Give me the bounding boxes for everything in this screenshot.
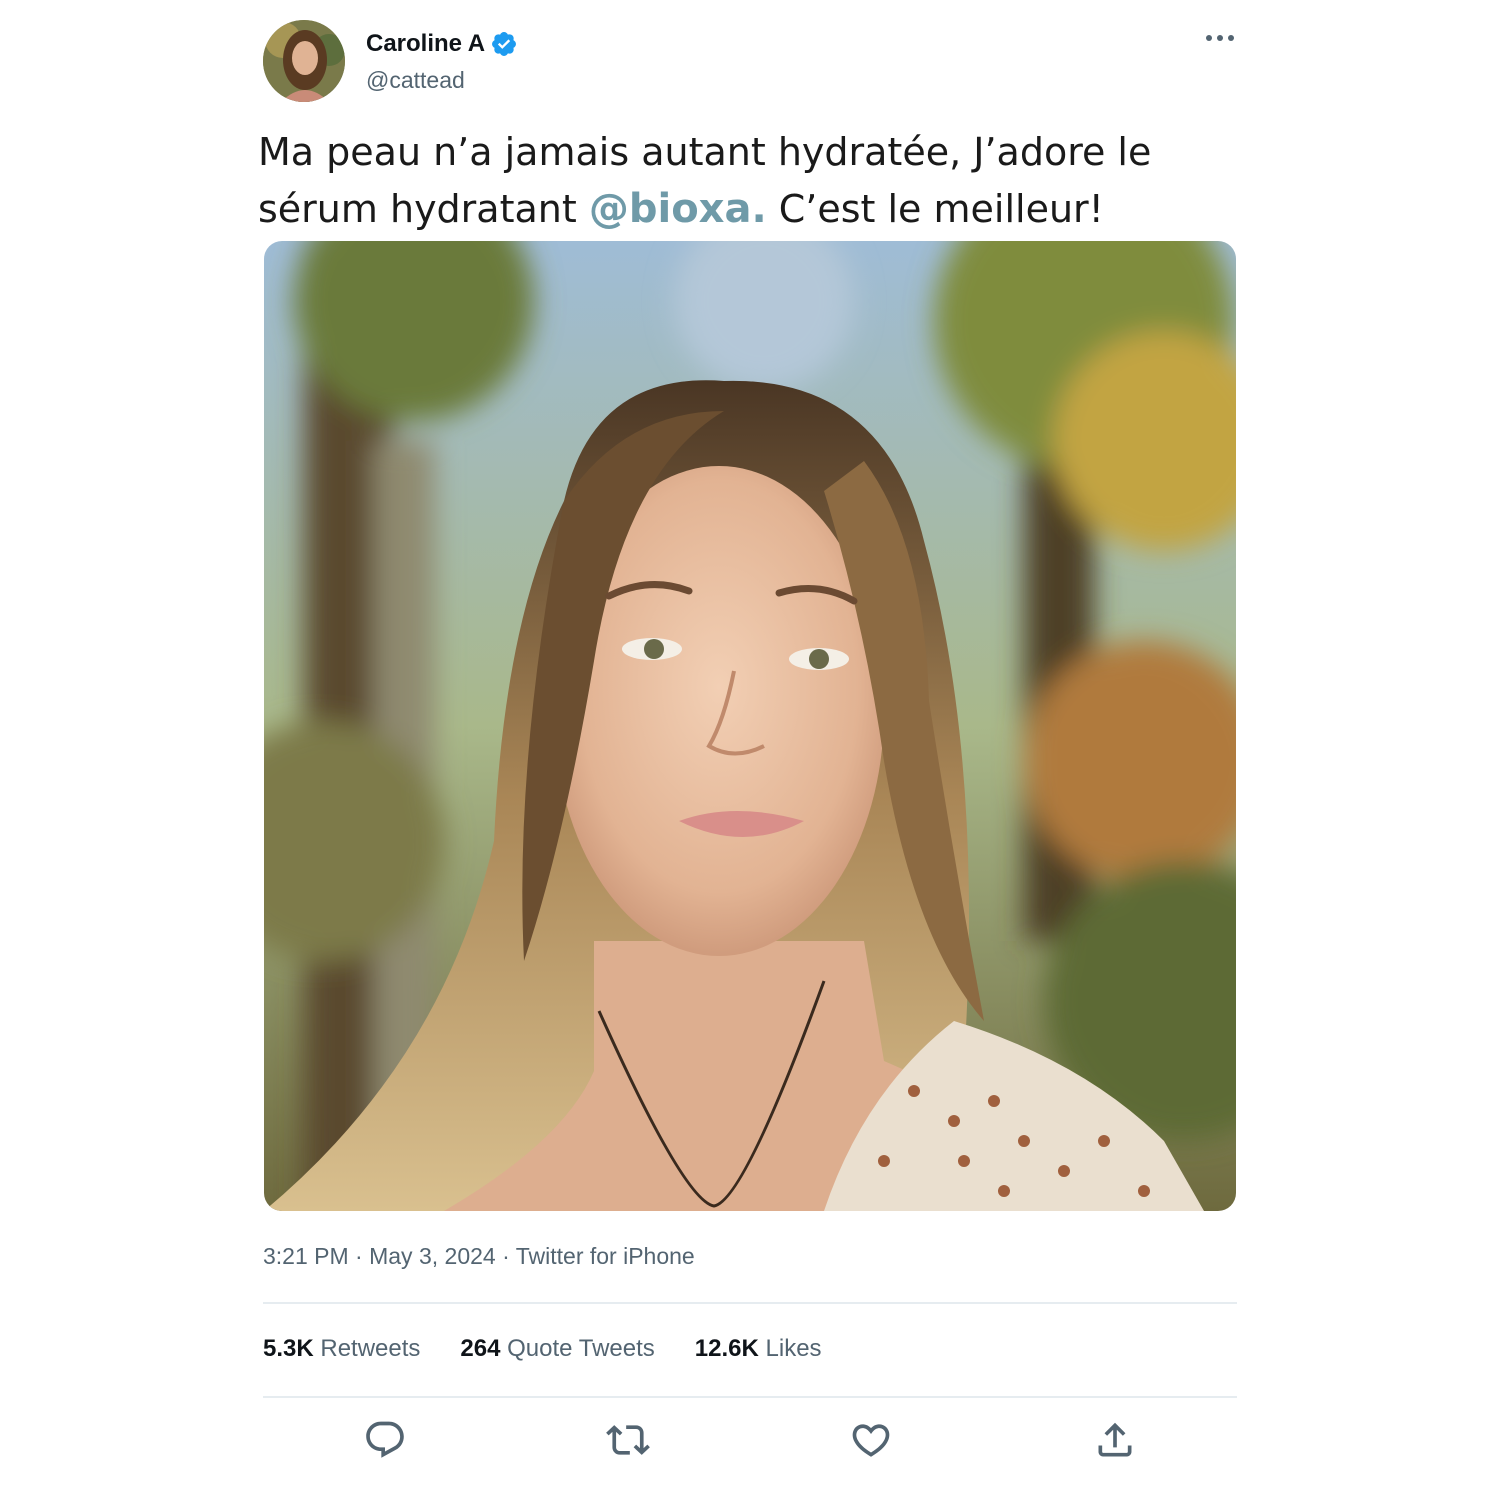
retweets-stat[interactable]: 5.3K Retweets [263,1335,420,1363]
display-name[interactable]: Caroline A [366,30,485,58]
tweet-date[interactable]: May 3, 2024 [369,1243,496,1269]
retweet-button[interactable] [606,1418,650,1462]
quote-tweets-stat[interactable]: 264 Quote Tweets [460,1335,654,1363]
avatar-image [263,20,345,102]
mention-link[interactable]: @bioxa. [589,186,767,232]
likes-stat[interactable]: 12.6K Likes [695,1335,822,1363]
tweet-text-after: C’est le meilleur! [766,187,1104,231]
likes-label: Likes [765,1335,822,1362]
like-button[interactable] [849,1418,893,1462]
engagement-stats: 5.3K Retweets 264 Quote Tweets 12.6K Lik… [263,1335,862,1363]
likes-count: 12.6K [694,1335,759,1362]
tweet-time[interactable]: 3:21 PM [263,1243,349,1269]
tweet-meta: 3:21 PM · May 3, 2024 · Twitter for iPho… [263,1243,695,1270]
reply-icon [366,1421,404,1458]
action-bar [0,1418,1500,1462]
quote-tweets-label: Quote Tweets [507,1335,655,1362]
tweet-photo[interactable] [264,241,1236,1211]
share-icon [1098,1422,1132,1457]
divider-bottom [263,1396,1237,1398]
avatar[interactable] [263,20,345,102]
user-handle[interactable]: @cattead [366,67,465,94]
verified-badge-icon [492,32,517,56]
share-button[interactable] [1093,1418,1137,1462]
tweet-card: Caroline A @cattead Ma peau n’a jamais a… [0,0,1500,1500]
reply-button[interactable] [363,1418,407,1462]
more-options-icon[interactable] [1200,24,1240,52]
retweet-icon [606,1425,650,1455]
meta-separator: · [355,1243,363,1269]
like-icon [852,1424,890,1457]
photo-illustration [264,241,1236,1211]
tweet-text: Ma peau n’a jamais autant hydratée, J’ad… [258,124,1238,238]
tweet-source[interactable]: Twitter for iPhone [516,1243,695,1269]
quote-tweets-count: 264 [460,1335,501,1362]
retweets-label: Retweets [320,1335,421,1362]
retweets-count: 5.3K [263,1335,314,1362]
display-name-row[interactable]: Caroline A [366,28,518,60]
meta-separator: · [502,1243,510,1269]
divider-top [263,1302,1237,1304]
